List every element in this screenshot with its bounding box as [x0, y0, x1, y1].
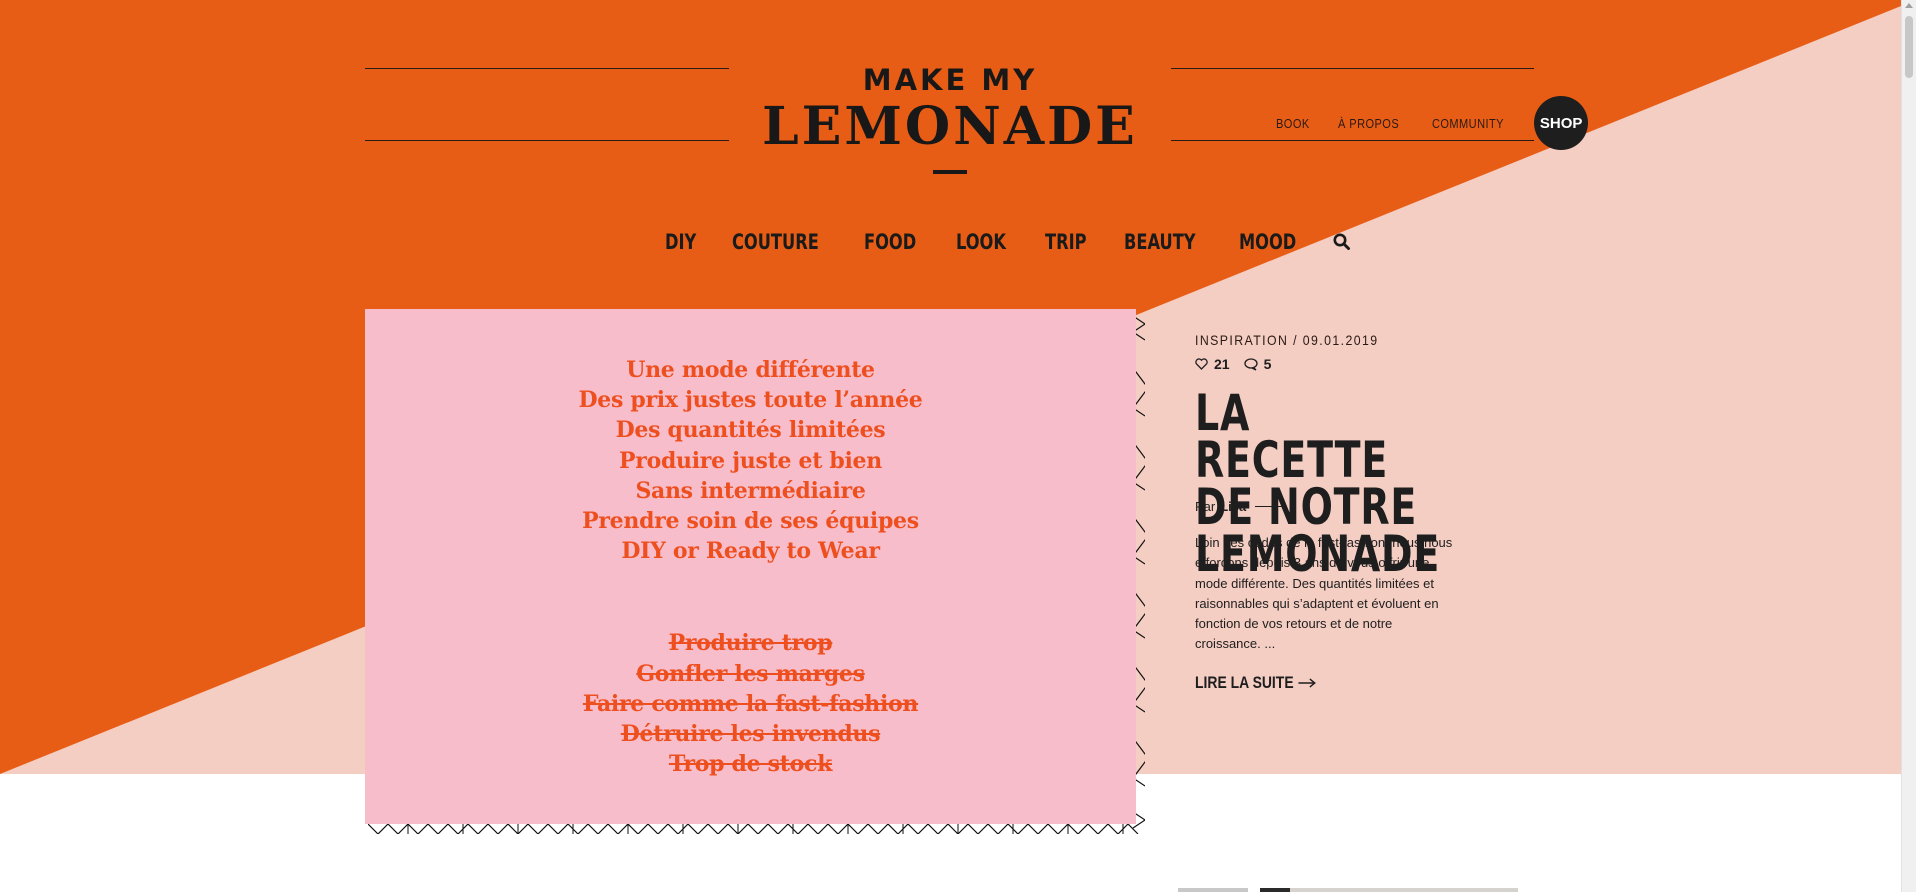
manifesto-line: Prendre soin de ses équipes — [582, 508, 919, 535]
header-rule-left-top — [365, 68, 729, 69]
nav-link-book[interactable]: BOOK — [1276, 116, 1310, 131]
nav-link-apropos[interactable]: À PROPOS — [1338, 116, 1399, 131]
article-byline: Par Lisa — [1195, 499, 1286, 514]
manifesto-line: Produire juste et bien — [619, 447, 882, 474]
article-meta[interactable]: INSPIRATION / 09.01.2019 — [1195, 332, 1379, 348]
category-mood[interactable]: MOOD — [1239, 230, 1296, 254]
page-scrollbar[interactable] — [1901, 0, 1916, 892]
comments-count: 5 — [1263, 356, 1272, 372]
category-diy[interactable]: DIY — [665, 230, 696, 254]
likes-count: 21 — [1214, 356, 1230, 372]
manifesto-line: Sans intermédiaire — [635, 477, 866, 504]
article-excerpt: Loin des codes de la fast-fashion, nous … — [1195, 535, 1453, 652]
arrow-right-icon — [1298, 678, 1317, 688]
read-more-label: LIRE LA SUITE — [1195, 673, 1294, 692]
search-icon[interactable] — [1332, 232, 1352, 252]
site-logo[interactable]: MAKE MY LEMONADE — [760, 62, 1140, 174]
manifesto-line: DIY or Ready to Wear — [621, 538, 880, 565]
logo-line-2: LEMONADE — [762, 96, 1138, 157]
category-couture[interactable]: COUTURE — [732, 230, 819, 254]
next-article-thumbnails[interactable] — [1178, 888, 1518, 892]
category-look[interactable]: LOOK — [956, 230, 1006, 254]
manifesto-text: Une mode différente Des prix justes tout… — [365, 355, 1136, 779]
header-rule-right-top — [1171, 68, 1534, 69]
manifesto-struck-line: Gonfler les marges — [636, 660, 865, 687]
byline-rule — [1255, 506, 1286, 507]
manifesto-line: Des quantités limitées — [615, 417, 886, 444]
nav-link-community[interactable]: COMMUNITY — [1432, 116, 1504, 131]
byline-prefix: Par — [1195, 499, 1216, 514]
article-counts: 21 5 — [1195, 356, 1285, 372]
author-link[interactable]: Lisa — [1220, 499, 1246, 514]
scrollbar-thumb[interactable] — [1905, 16, 1913, 78]
top-nav: BOOK À PROPOS COMMUNITY SHOP — [1276, 96, 1589, 150]
manifesto-struck-line: Détruire les invendus — [620, 721, 881, 748]
shop-button[interactable]: SHOP — [1534, 96, 1589, 150]
read-more-link[interactable]: LIRE LA SUITE — [1195, 673, 1317, 693]
comment-icon[interactable] — [1243, 357, 1258, 371]
manifesto-struck-line: Faire comme la fast-fashion — [582, 690, 919, 717]
logo-line-1: MAKE MY — [862, 63, 1038, 97]
manifesto-line: Une mode différente — [626, 357, 875, 383]
manifesto-struck-line: Produire trop — [668, 630, 833, 657]
heart-icon[interactable] — [1195, 358, 1208, 370]
category-beauty[interactable]: BEAUTY — [1124, 230, 1196, 254]
category-trip[interactable]: TRIP — [1045, 230, 1087, 254]
logo-dash — [933, 170, 967, 174]
scroll-up-arrow-icon[interactable] — [1905, 3, 1913, 8]
manifesto-line: Des prix justes toute l’année — [578, 387, 923, 414]
category-nav: DIY COUTURE FOOD LOOK TRIP BEAUTY MOOD — [665, 230, 1352, 254]
header-rule-left-bottom — [365, 140, 729, 141]
manifesto-struck-line: Trop de stock — [668, 751, 833, 778]
category-food[interactable]: FOOD — [864, 230, 916, 254]
